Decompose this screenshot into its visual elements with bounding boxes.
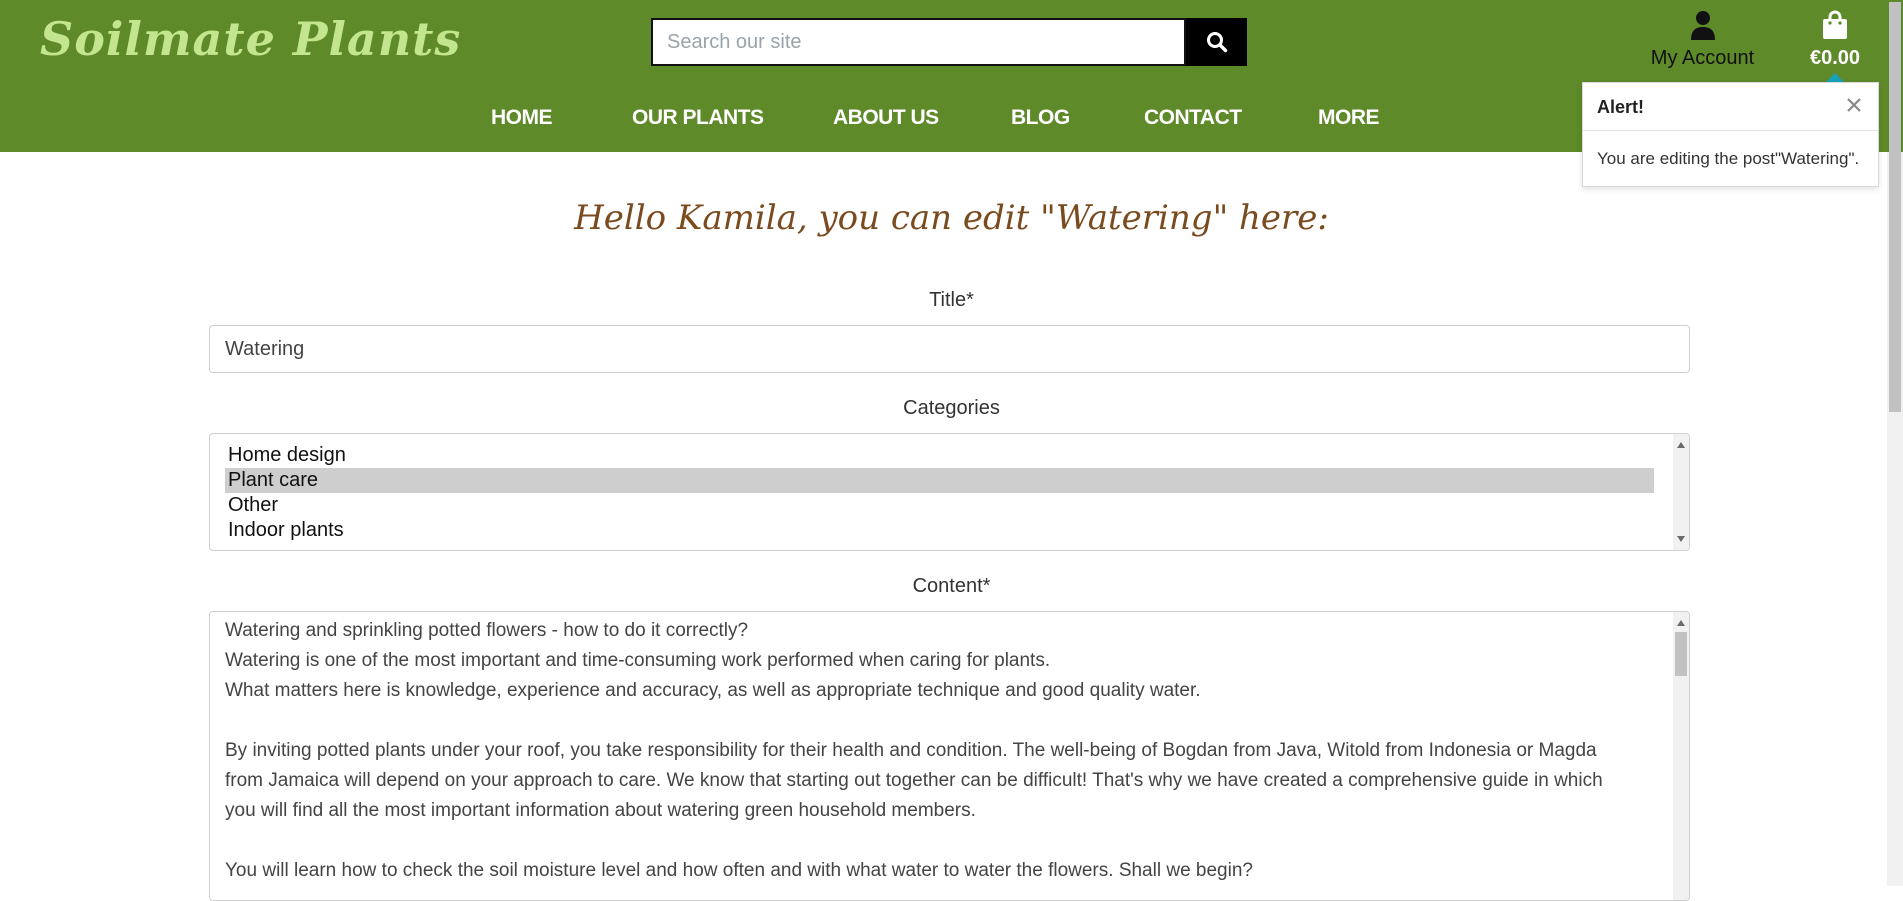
page-title: Hello Kamila, you can edit "Watering" he… [574,198,1329,238]
alert-toast: Alert! You are editing the post"Watering… [1582,82,1879,187]
content-line: Watering and sprinkling potted flowers -… [225,620,749,641]
content-line: from Jamaica will depend on your approac… [225,770,1603,791]
bag-total: €0.00 [1809,47,1861,69]
my-account-label: My Account [1650,47,1755,69]
title-input[interactable] [209,325,1690,373]
nav-blog[interactable]: BLOG [1011,106,1070,130]
toast-title: Alert! [1597,97,1645,117]
category-option-other[interactable]: Other [225,493,1654,518]
nav-more[interactable]: MORE [1318,106,1380,130]
nav-our-plants[interactable]: OUR PLANTS [632,106,764,130]
close-icon [1847,98,1861,112]
content-line: Watering is one of the most important an… [225,650,1051,671]
content-line: You will learn how to check the soil moi… [225,860,1253,881]
category-option-plant-care[interactable]: Plant care [225,468,1654,493]
content-scrollbar[interactable] [1673,612,1689,900]
scroll-up-arrow-icon[interactable] [1677,442,1685,448]
shopping-bag-link[interactable]: €0.00 [1800,10,1870,70]
search-bar [651,18,1247,66]
content-scroll-thumb[interactable] [1675,632,1687,676]
content-label: Content* [912,575,991,597]
my-account-link[interactable]: My Account [1640,10,1765,70]
category-option-indoor-plants[interactable]: Indoor plants [225,518,1654,543]
user-icon [1690,11,1715,40]
scroll-down-arrow-icon[interactable] [1677,536,1685,542]
toast-message: You are editing the post"Watering". [1597,149,1860,168]
content-textarea[interactable]: Watering and sprinkling potted flowers -… [209,611,1690,901]
search-input[interactable] [651,18,1186,66]
page-scrollbar[interactable] [1887,0,1903,886]
content-line: By inviting potted plants under your roo… [225,740,1597,761]
shopping-bag-icon [1823,10,1847,39]
page-scroll-thumb[interactable] [1889,2,1901,412]
scroll-up-arrow-icon[interactable] [1677,620,1685,626]
content-line: What matters here is knowledge, experien… [225,680,1201,701]
nav-about-us[interactable]: ABOUT US [833,106,939,130]
categories-select[interactable]: Home design Plant care Other Indoor plan… [209,433,1690,551]
category-option-home-design[interactable]: Home design [225,443,1654,468]
title-label: Title* [929,289,974,311]
site-logo[interactable]: Soilmate Plants [40,12,461,66]
search-button[interactable] [1186,18,1247,66]
nav-home[interactable]: HOME [491,106,553,130]
categories-label: Categories [903,397,1000,419]
content-line: you will find all the most important inf… [225,800,976,821]
toast-close-button[interactable] [1842,93,1866,117]
search-icon [1206,32,1227,53]
nav-contact[interactable]: CONTACT [1144,106,1242,130]
toast-header: Alert! [1583,83,1878,131]
categories-scrollbar[interactable] [1673,434,1689,550]
